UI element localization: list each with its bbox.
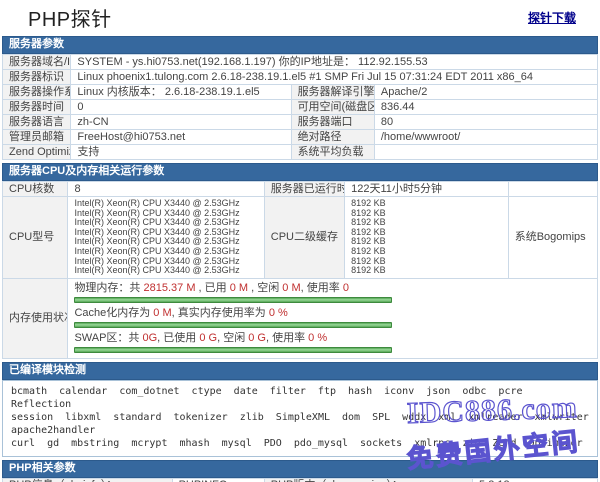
cpu-cores-label: CPU核数 [3,182,68,197]
php-params-table: PHP信息（phpinfo）： PHPINFO PHP版本（php_versio… [2,478,598,482]
modules-line: bcmath calendar com_dotnet ctype date fi… [11,385,589,411]
swap-free: 0 G [248,332,266,344]
cpu-cores-value: 8 [68,182,264,197]
cpu-cache-value: 8192 KB 8192 KB 8192 KB 8192 KB 8192 KB … [345,197,509,279]
cache-rate: 0 % [269,307,288,319]
section-header-php-params: PHP相关参数 [2,460,598,478]
disk-space-value: 836.44 [374,100,597,115]
cpu-memory-table: CPU核数 8 服务器已运行时间 122天11小时5分钟 CPU型号 Intel… [2,181,598,359]
server-params-table: 服务器域名/IP地址 SYSTEM - ys.hi0753.net(192.16… [2,54,598,160]
section-header-server-params: 服务器参数 [2,36,598,54]
physical-memory-progress-bar [74,297,392,303]
table-row: 服务器时间 0 可用空间(磁盘区) 836.44 [3,100,598,115]
server-os-value: Linux 内核版本： 2.6.18-238.19.1.el5 [71,85,291,100]
table-row: CPU型号 Intel(R) Xeon(R) CPU X3440 @ 2.53G… [3,197,598,279]
table-row: 内存使用状况 物理内存：共 2815.37 M , 已用 0 M , 空闲 0 … [3,278,598,358]
php-probe-page: PHP探针 探针下载 服务器参数 服务器域名/IP地址 SYSTEM - ys.… [0,0,600,482]
zend-optimizer-value: 支持 [71,145,291,160]
table-row: 管理员邮箱 FreeHost@hi0753.net 绝对路径 /home/www… [3,130,598,145]
bogomips-label: 系统Bogomips [508,197,597,279]
uptime-label: 服务器已运行时间 [264,182,344,197]
admin-mail-value: FreeHost@hi0753.net [71,130,291,145]
disk-space-label: 可用空间(磁盘区) [291,100,374,115]
mem-total: 2815.37 M [144,282,196,294]
table-row: 服务器语言 zh-CN 服务器端口 80 [3,115,598,130]
table-row: Zend Optimizer 支持 系统平均负载 [3,145,598,160]
server-lang-label: 服务器语言 [3,115,71,130]
cache-total: 0 M [153,307,171,319]
server-port-label: 服务器端口 [291,115,374,130]
swap-used: 0 G [199,332,217,344]
table-row: 服务器标识 Linux phoenix1.tulong.com 2.6.18-2… [3,70,598,85]
header: PHP探针 探针下载 [2,0,598,33]
swap-total: 0G [142,332,157,344]
cache-memory-progress-bar [74,322,392,328]
modules-line: curl gd mbstring mcrypt mhash mysql PDO … [11,437,589,450]
load-avg-value [374,145,597,160]
table-row: PHP信息（phpinfo）： PHPINFO PHP版本（php_versio… [3,478,598,482]
empty-cell [508,182,597,197]
mem-text: , 使用率 [301,282,343,294]
mem-text: , 已使用 [157,332,199,344]
memory-usage-value: 物理内存：共 2815.37 M , 已用 0 M , 空闲 0 M, 使用率 … [68,278,598,358]
modules-line: session libxml standard tokenizer zlib S… [11,411,589,437]
modules-list: bcmath calendar com_dotnet ctype date fi… [2,380,598,457]
table-row: CPU核数 8 服务器已运行时间 122天11小时5分钟 [3,182,598,197]
server-lang-value: zh-CN [71,115,291,130]
server-port-value: 80 [374,115,597,130]
zend-optimizer-label: Zend Optimizer [3,145,71,160]
swap-rate: 0 % [308,332,327,344]
mem-used: 0 M [230,282,248,294]
section-header-cpu-memory: 服务器CPU及内存相关运行参数 [2,163,598,181]
swap-block: SWAP区：共 0G, 已使用 0 G, 空闲 0 G, 使用率 0 % [74,332,591,353]
php-version-label: PHP版本（php_version）： [264,478,472,482]
swap-progress-bar [74,347,392,353]
server-time-value: 0 [71,100,291,115]
mem-text: , 使用率 [266,332,308,344]
abs-path-label: 绝对路径 [291,130,374,145]
server-engine-label: 服务器解译引擎 [291,85,374,100]
mem-text: SWAP区：共 [74,332,142,344]
cpu-cache-label: CPU二级缓存 [264,197,344,279]
mem-text: 物理内存：共 [74,282,143,294]
section-header-modules: 已编译模块检测 [2,362,598,380]
abs-path-value: /home/wwwroot/ [374,130,597,145]
phpinfo-link[interactable]: PHPINFO [172,478,264,482]
load-avg-label: 系统平均负载 [291,145,374,160]
mem-rate: 0 [343,282,349,294]
server-time-label: 服务器时间 [3,100,71,115]
page-title: PHP探针 [28,3,112,32]
uptime-value: 122天11小时5分钟 [345,182,509,197]
mem-text: , 真实内存使用率为 [172,307,269,319]
phpinfo-label: PHP信息（phpinfo）： [3,478,173,482]
cpu-model-line: Intel(R) Xeon(R) CPU X3440 @ 2.53GHz [74,266,257,276]
mem-text: , 已用 [195,282,229,294]
server-domain-label: 服务器域名/IP地址 [3,55,71,70]
cpu-cache-line: 8192 KB [351,266,502,276]
mem-free: 0 M [282,282,300,294]
mem-text: , 空闲 [217,332,248,344]
cpu-model-label: CPU型号 [3,197,68,279]
server-os-label: 服务器操作系统 [3,85,71,100]
cpu-model-value: Intel(R) Xeon(R) CPU X3440 @ 2.53GHz Int… [68,197,264,279]
table-row: 服务器域名/IP地址 SYSTEM - ys.hi0753.net(192.16… [3,55,598,70]
server-domain-value: SYSTEM - ys.hi0753.net(192.168.1.197) 你的… [71,55,598,70]
mem-text: Cache化内存为 [74,307,153,319]
server-engine-value: Apache/2 [374,85,597,100]
cache-memory-block: Cache化内存为 0 M, 真实内存使用率为 0 % [74,307,591,328]
probe-download-link[interactable]: 探针下载 [528,9,576,26]
php-version-value: 5.2.12 [473,478,598,482]
memory-usage-label: 内存使用状况 [3,278,68,358]
admin-mail-label: 管理员邮箱 [3,130,71,145]
table-row: 服务器操作系统 Linux 内核版本： 2.6.18-238.19.1.el5 … [3,85,598,100]
physical-memory-block: 物理内存：共 2815.37 M , 已用 0 M , 空闲 0 M, 使用率 … [74,282,591,303]
server-ident-label: 服务器标识 [3,70,71,85]
server-ident-value: Linux phoenix1.tulong.com 2.6.18-238.19.… [71,70,598,85]
mem-text: , 空闲 [248,282,282,294]
